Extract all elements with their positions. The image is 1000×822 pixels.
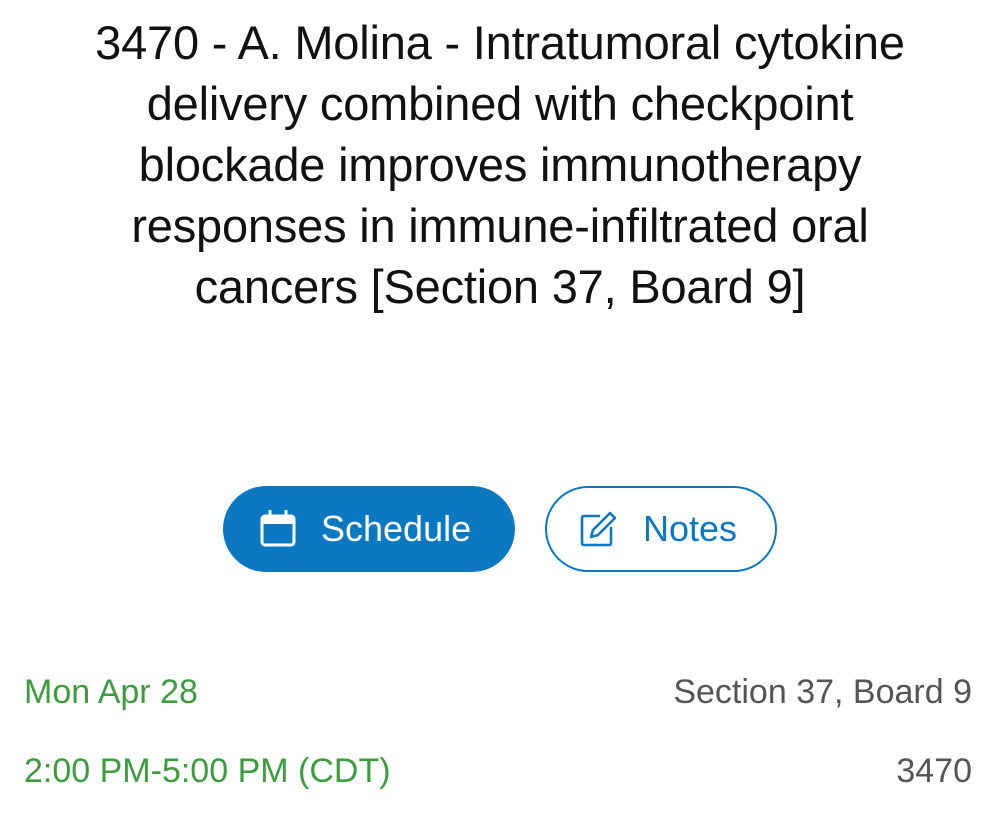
session-title: 3470 - A. Molina - Intratumoral cytokine… — [95, 16, 905, 313]
session-date: Mon Apr 28 — [24, 673, 198, 711]
calendar-icon — [259, 510, 297, 548]
time-number-row: 2:00 PM-5:00 PM (CDT) 3470 — [24, 752, 972, 791]
action-buttons: Schedule Notes — [0, 486, 1000, 572]
schedule-button[interactable]: Schedule — [223, 486, 515, 572]
edit-note-icon — [579, 510, 617, 548]
date-location-row: Mon Apr 28 Section 37, Board 9 — [24, 673, 972, 712]
schedule-button-label: Schedule — [321, 508, 472, 549]
notes-button[interactable]: Notes — [545, 486, 777, 572]
session-time: 2:00 PM-5:00 PM (CDT) — [24, 752, 391, 790]
session-location: Section 37, Board 9 — [673, 673, 972, 711]
abstract-number: 3470 — [896, 752, 972, 790]
notes-button-label: Notes — [643, 508, 738, 549]
